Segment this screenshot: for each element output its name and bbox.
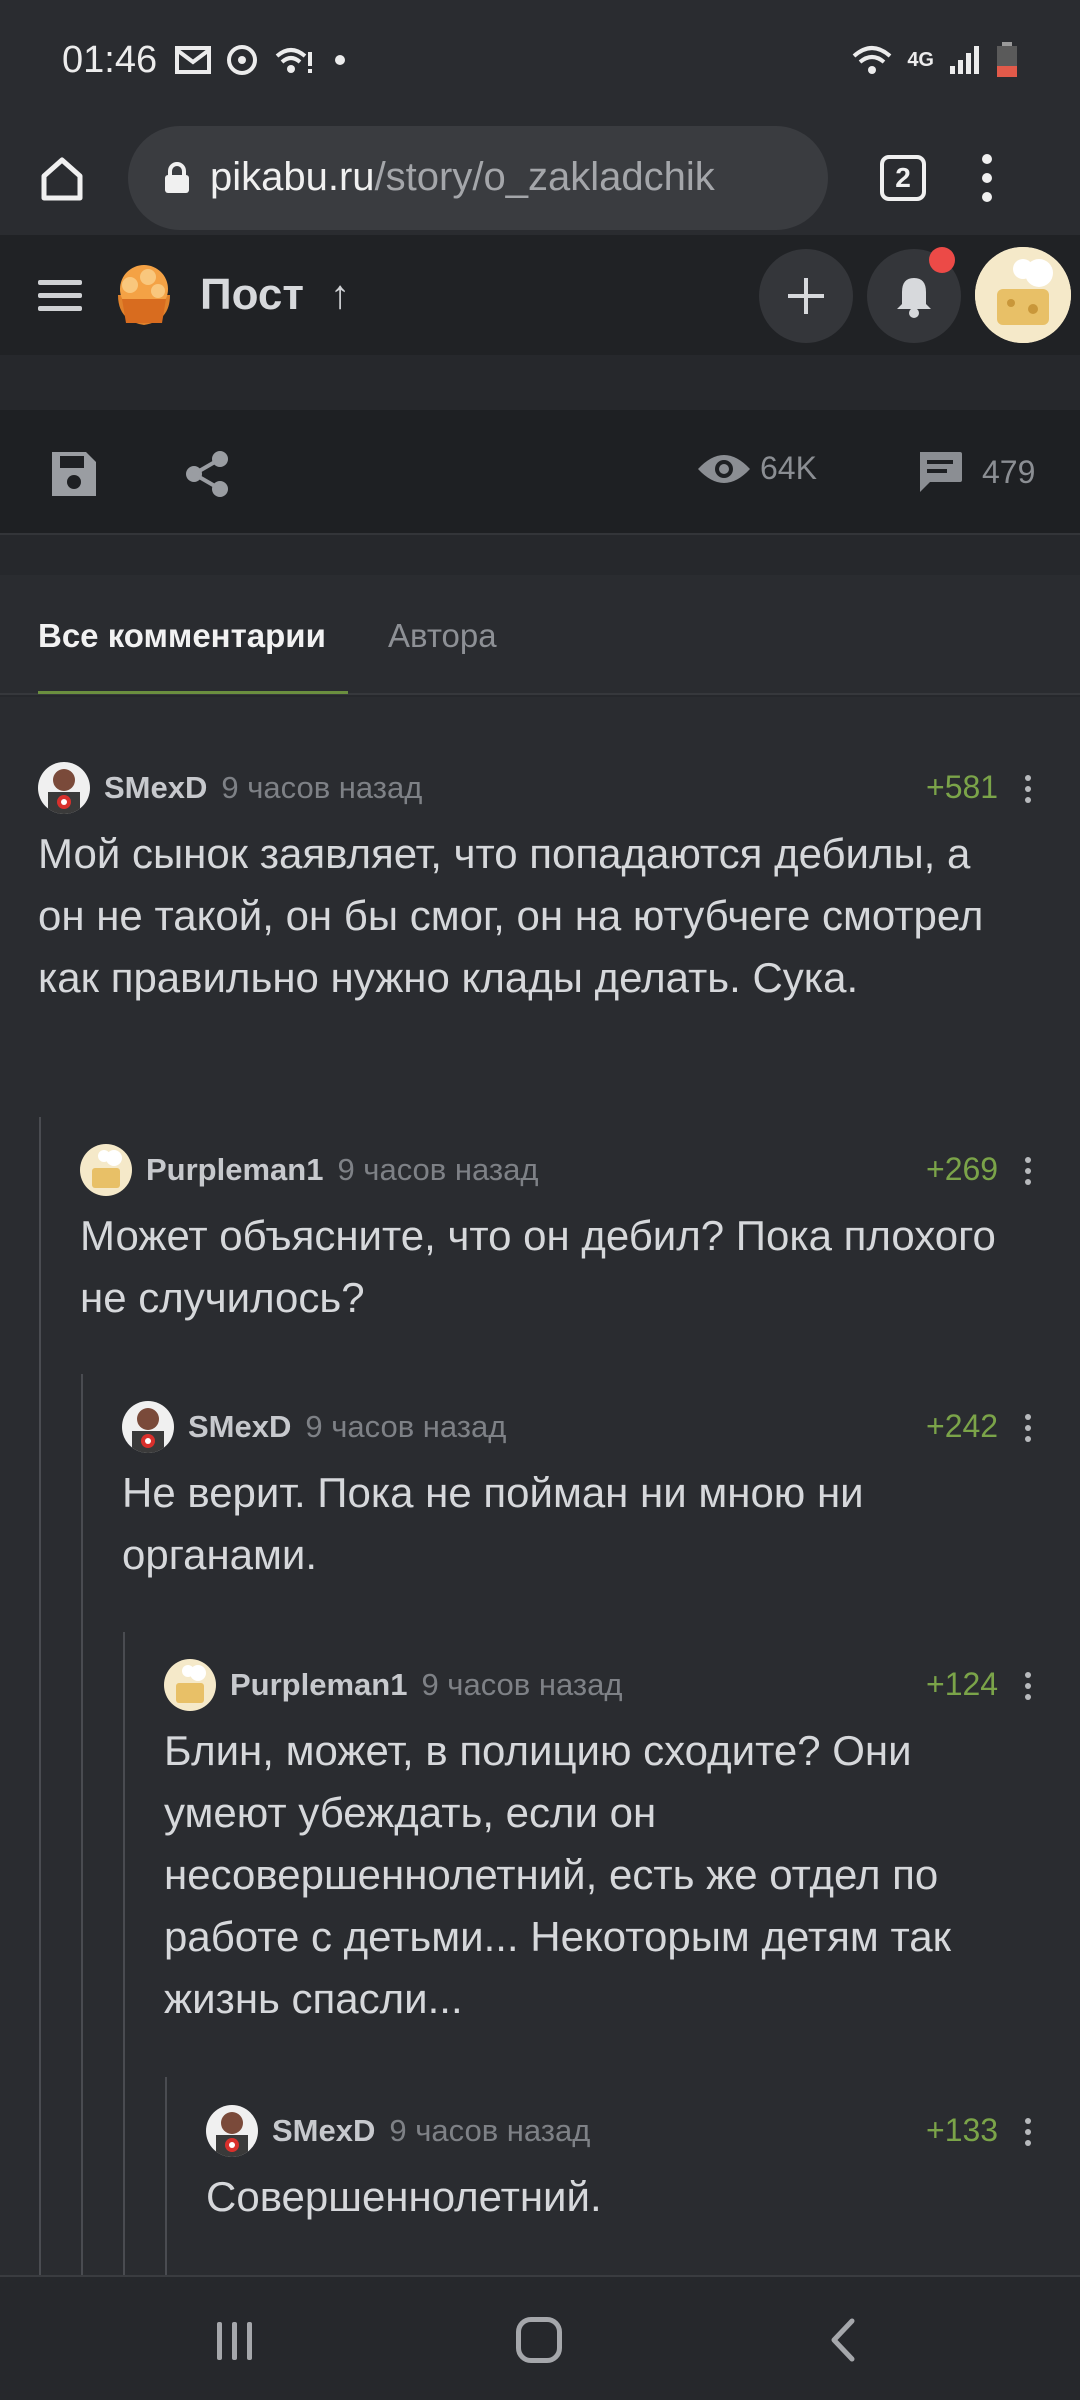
comment-author[interactable]: Purpleman1 [230, 1667, 407, 1703]
author-avatar[interactable] [80, 1144, 132, 1196]
bell-icon [897, 278, 931, 318]
battery-icon [997, 42, 1017, 77]
status-bar: 01:46 4G [0, 0, 1080, 120]
comment-icon [920, 452, 962, 492]
url-text: pikabu.ru/story/o_zakladchik [210, 155, 715, 200]
notification-badge [929, 247, 955, 273]
comment-author[interactable]: SMexD [188, 1409, 291, 1445]
comment-time: 9 часов назад [421, 1667, 623, 1702]
comment-author[interactable]: SMexD [104, 770, 207, 806]
more-options-icon[interactable] [1025, 775, 1031, 803]
more-options-icon[interactable] [1025, 2118, 1031, 2146]
more-options-icon[interactable] [1025, 1672, 1031, 1700]
create-post-button[interactable] [759, 249, 853, 343]
recent-apps-icon[interactable] [217, 2322, 252, 2360]
author-avatar[interactable] [122, 1401, 174, 1453]
url-domain: pikabu.ru [210, 155, 375, 199]
more-options-icon[interactable] [1025, 1157, 1031, 1185]
comment-time: 9 часов назад [337, 1152, 539, 1187]
hamburger-menu-icon[interactable] [38, 279, 82, 311]
tab-author-comments[interactable]: Автора [388, 617, 497, 655]
comment: Purpleman1 9 часов назад +124 Блин, може… [164, 1658, 1048, 2030]
notifications-button[interactable] [867, 247, 961, 343]
comment-author[interactable]: SMexD [272, 2113, 375, 2149]
comment-time: 9 часов назад [221, 770, 423, 805]
scroll-up-arrow-icon[interactable]: ↑ [330, 273, 350, 318]
comments-list: SMexD 9 часов назад +581 Мой сынок заявл… [0, 697, 1080, 2275]
comment-text: Мой сынок заявляет, что попадаются дебил… [38, 830, 984, 1001]
active-tab-indicator [38, 691, 348, 694]
mail-icon [175, 46, 212, 74]
comment-rating: +124 [926, 1666, 999, 1702]
network-type-label: 4G [907, 48, 934, 71]
user-avatar[interactable] [975, 247, 1071, 343]
comment-text: Блин, может, в полицию сходите? Они умею… [164, 1727, 951, 2022]
comment: SMexD 9 часов назад +133 Совершеннолетни… [206, 2104, 1048, 2228]
thread-line[interactable] [165, 2077, 167, 2275]
browser-toolbar: pikabu.ru/story/o_zakladchik 2 [0, 120, 1080, 235]
thread-line[interactable] [123, 1632, 125, 2275]
more-options-icon[interactable] [1025, 1414, 1031, 1442]
site-header: Пост ↑ [0, 235, 1080, 355]
pikabu-logo[interactable] [108, 259, 180, 331]
comment: SMexD 9 часов назад +242 Не верит. Пока … [122, 1400, 1048, 1586]
author-avatar[interactable] [164, 1659, 216, 1711]
author-avatar[interactable] [38, 762, 90, 814]
comments-count: 479 [982, 453, 1036, 490]
comment-text: Не верит. Пока не пойман ни мною ни орга… [122, 1469, 864, 1578]
comment-text: Совершеннолетний. [206, 2173, 602, 2220]
thread-line[interactable] [39, 1117, 41, 2275]
views-count: 64K [760, 450, 817, 486]
tab-count: 2 [895, 161, 911, 193]
address-bar[interactable]: pikabu.ru/story/o_zakladchik [128, 125, 828, 230]
plus-icon [788, 278, 824, 314]
thread-line[interactable] [81, 1374, 83, 2275]
comment-rating: +133 [926, 2112, 999, 2148]
home-button-icon[interactable] [516, 2317, 562, 2363]
tab-switcher-button[interactable]: 2 [880, 154, 926, 201]
post-content-edge [0, 355, 1080, 410]
share-icon[interactable] [184, 450, 230, 498]
tab-all-comments[interactable]: Все комментарии [38, 617, 326, 655]
sync-icon [227, 45, 258, 75]
back-icon[interactable] [828, 2317, 858, 2363]
post-action-bar: 64K 479 [0, 410, 1080, 535]
wifi-alert-icon [275, 48, 313, 73]
comments-counter[interactable]: 479 [916, 450, 1035, 494]
comment-time: 9 часов назад [389, 2113, 591, 2148]
comment-rating: +269 [926, 1151, 999, 1187]
status-time: 01:46 [62, 38, 158, 81]
views-counter: 64K [696, 450, 817, 487]
comment-author[interactable]: Purpleman1 [146, 1152, 323, 1188]
browser-menu-icon[interactable] [982, 153, 992, 202]
comment-tabs: Все комментарии Автора [0, 575, 1080, 695]
comment: Purpleman1 9 часов назад +269 Может объя… [80, 1143, 1048, 1329]
system-navigation-bar [0, 2275, 1080, 2400]
comment: SMexD 9 часов назад +581 Мой сынок заявл… [38, 761, 1048, 1009]
notification-dot [335, 55, 346, 65]
eye-icon [698, 454, 750, 483]
lock-icon [165, 161, 189, 193]
section-divider [0, 535, 1080, 575]
signal-icon [950, 46, 979, 74]
url-path: /story/o_zakladchik [374, 155, 715, 199]
home-icon[interactable] [38, 154, 86, 202]
comment-text: Может объясните, что он дебил? Пока плох… [80, 1212, 996, 1321]
wifi-icon [852, 46, 892, 74]
comment-time: 9 часов назад [305, 1409, 507, 1444]
save-icon[interactable] [50, 450, 98, 498]
page-title: Пост [200, 270, 304, 319]
comment-rating: +581 [926, 769, 999, 805]
author-avatar[interactable] [206, 2105, 258, 2157]
comment-rating: +242 [926, 1408, 999, 1444]
